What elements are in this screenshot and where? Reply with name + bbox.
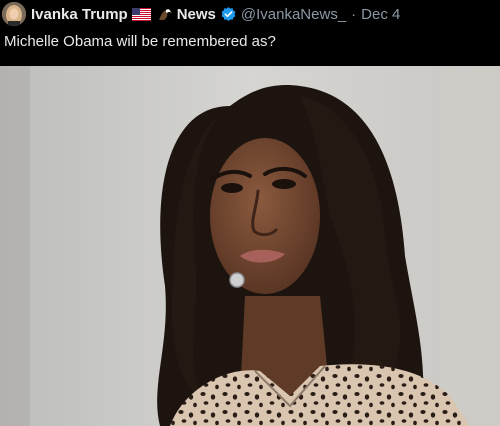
news-label: News [176,5,216,23]
post-photo[interactable] [0,66,500,426]
tweet-post[interactable]: Ivanka Trump News @IvankaNews_ · Dec 4 M… [0,0,500,426]
author-display-name[interactable]: Ivanka Trump [31,6,128,23]
eagle-icon [157,7,172,22]
us-flag-icon [131,7,151,21]
tweet-header: Ivanka Trump News @IvankaNews_ · Dec 4 [2,2,498,26]
dot-separator: · [351,5,357,23]
author-handle[interactable]: @IvankaNews_ [241,6,346,23]
post-text: Michelle Obama will be remembered as? [4,33,276,50]
post-date[interactable]: Dec 4 [361,6,400,23]
verified-badge-icon [220,6,237,23]
avatar[interactable] [2,2,26,26]
